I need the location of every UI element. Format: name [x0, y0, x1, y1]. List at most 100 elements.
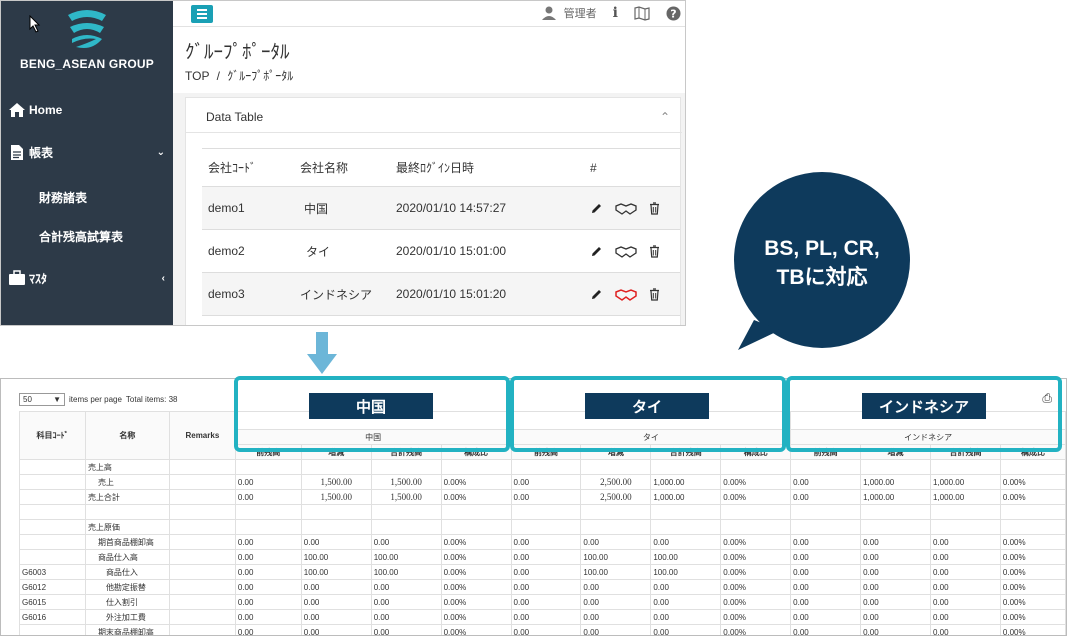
header-company-name[interactable]: 会社名称: [300, 148, 396, 187]
cell-value: 0.00: [930, 624, 1001, 635]
cell-value: 0.00: [860, 594, 931, 610]
cell-value: [650, 519, 722, 535]
page-size-select[interactable]: 50 ▼: [19, 393, 65, 406]
cell-value: 1,000.00: [860, 474, 931, 490]
breadcrumb-top[interactable]: TOP: [185, 69, 209, 83]
main-area: 管理者 i ? ｸﾞﾙｰﾌﾟﾎﾟｰﾀﾙ TOP / ｸﾞﾙｰﾌﾟﾎﾟｰﾀﾙ Da…: [173, 1, 685, 325]
cell-value: [440, 459, 512, 475]
cell-remarks: [168, 549, 236, 565]
help-icon[interactable]: ?: [666, 6, 681, 21]
cell-account-name: 売上: [84, 474, 170, 490]
cell-account-code: [19, 534, 86, 550]
sidebar-item-home[interactable]: Home: [1, 97, 173, 123]
trash-icon[interactable]: [649, 287, 660, 301]
pager: 50 ▼ items per page Total items: 38: [19, 393, 178, 406]
cell-value: 0.00: [790, 549, 862, 565]
cell-value: 100.00: [650, 564, 722, 580]
cell-account-name: 商品仕入: [84, 564, 170, 580]
cell-remarks: [168, 594, 236, 610]
cell-remarks: [168, 459, 236, 475]
cell-value: [580, 519, 652, 535]
cell-remarks: [168, 489, 236, 505]
cell-value: 0.00: [580, 579, 652, 595]
briefcase-icon: [5, 270, 29, 286]
edit-pencil-icon[interactable]: [590, 288, 603, 301]
cell-value: 1,000.00: [860, 489, 931, 505]
cell-value: 0.00: [930, 564, 1001, 580]
trash-icon[interactable]: [649, 244, 660, 258]
cell-account-code: [19, 489, 86, 505]
menu-toggle-button[interactable]: [191, 5, 213, 23]
sidebar-item-master[interactable]: ﾏｽﾀ ‹: [1, 265, 173, 291]
table-row: G6016 外注加工費 0.00 0.00 0.00 0.00% 0.00 0.00 0.00 0…: [19, 609, 1066, 625]
sidebar-item-reports[interactable]: 帳表 ⌄: [1, 139, 173, 165]
cell-value: 0.00%: [999, 489, 1066, 505]
cell-value: 0.00: [860, 609, 931, 625]
table-row: 売上原価: [19, 519, 1066, 535]
page-size-value: 50: [23, 395, 32, 404]
map-icon[interactable]: [634, 5, 650, 21]
cell-account-code: [19, 549, 86, 565]
cell-value: 0.00: [790, 564, 862, 580]
edit-pencil-icon[interactable]: [590, 202, 603, 215]
cell-remarks: [168, 609, 236, 625]
cell-value: 0.00: [860, 579, 931, 595]
cell-value: 0.00%: [720, 564, 792, 580]
sidebar-item-label: ﾏｽﾀ: [29, 271, 48, 286]
cell-account-code: G6015: [19, 594, 86, 610]
cell-value: [510, 519, 582, 535]
user-menu[interactable]: 管理者: [541, 5, 597, 21]
sidebar-item-label: 帳表: [29, 145, 54, 160]
cell-value: 0.00: [790, 594, 862, 610]
edit-pencil-icon[interactable]: [590, 245, 603, 258]
cell-value: [650, 459, 722, 475]
table-row: demo2 タイ 2020/01/10 15:01:00: [202, 229, 680, 273]
home-icon: [5, 102, 29, 118]
callout-line-1: BS, PL, CR,: [764, 237, 880, 260]
user-name: 管理者: [563, 8, 597, 20]
cell-value: [790, 519, 862, 535]
cell-value: [234, 504, 302, 520]
callout-text: BS, PL, CR, TBに対応: [746, 234, 898, 292]
sidebar-subitem-financial-statements[interactable]: 財務諸表: [39, 189, 87, 206]
cell-value: 100.00: [370, 549, 442, 565]
cell-value: 0.00%: [440, 564, 512, 580]
cell-value: 0.00: [930, 609, 1001, 625]
brand-name: BENG_ASEAN GROUP: [20, 57, 154, 71]
cell-value: 0.00: [234, 549, 302, 565]
logo: BENG_ASEAN GROUP: [1, 7, 173, 81]
chevron-left-icon: ‹: [161, 272, 165, 284]
cell-account-name: 期末商品棚卸高: [84, 624, 170, 635]
cell-account-name: 仕入割引: [84, 594, 170, 610]
info-icon[interactable]: i: [613, 5, 618, 21]
cell-value: 1,000.00: [930, 489, 1001, 505]
card-divider: [186, 132, 682, 133]
table-row: 売上高: [19, 459, 1066, 475]
cell-value: 0.00: [930, 549, 1001, 565]
cell-value: 0.00: [300, 594, 372, 610]
table-row: G6015 仕入割引 0.00 0.00 0.00 0.00% 0.00 0.00 0.00 0.…: [19, 594, 1066, 610]
cell-value: 0.00%: [999, 564, 1066, 580]
table-row: G6012 他勘定振替 0.00 0.00 0.00 0.00% 0.00 0.00 0.00 0…: [19, 579, 1066, 595]
cell-value: 0.00: [510, 624, 582, 635]
handshake-icon[interactable]: [615, 245, 637, 258]
cell-value: 0.00: [860, 564, 931, 580]
cell-account-name: 売上原価: [84, 519, 170, 535]
cell-value: [440, 504, 512, 520]
cell-value: 0.00: [580, 534, 652, 550]
chevron-up-icon[interactable]: ⌃: [660, 110, 670, 124]
cell-value: 0.00%: [440, 609, 512, 625]
table-row: [19, 504, 1066, 520]
cell-account-name: 期首商品棚卸高: [84, 534, 170, 550]
handshake-icon[interactable]: [615, 202, 637, 215]
header-last-login[interactable]: 最終ﾛｸﾞｲﾝ日時: [396, 148, 590, 187]
handshake-icon-active[interactable]: [615, 288, 637, 301]
sidebar-subitem-trial-balance[interactable]: 合計残高試算表: [39, 228, 123, 245]
header-company-code[interactable]: 会社ｺｰﾄﾞ: [202, 148, 300, 187]
trash-icon[interactable]: [649, 201, 660, 215]
cell-value: 0.00: [790, 579, 862, 595]
cell-value: [999, 519, 1066, 535]
cell-value: 0.00: [510, 489, 582, 505]
cell-value: [370, 504, 442, 520]
cell-value: 0.00%: [720, 474, 792, 490]
